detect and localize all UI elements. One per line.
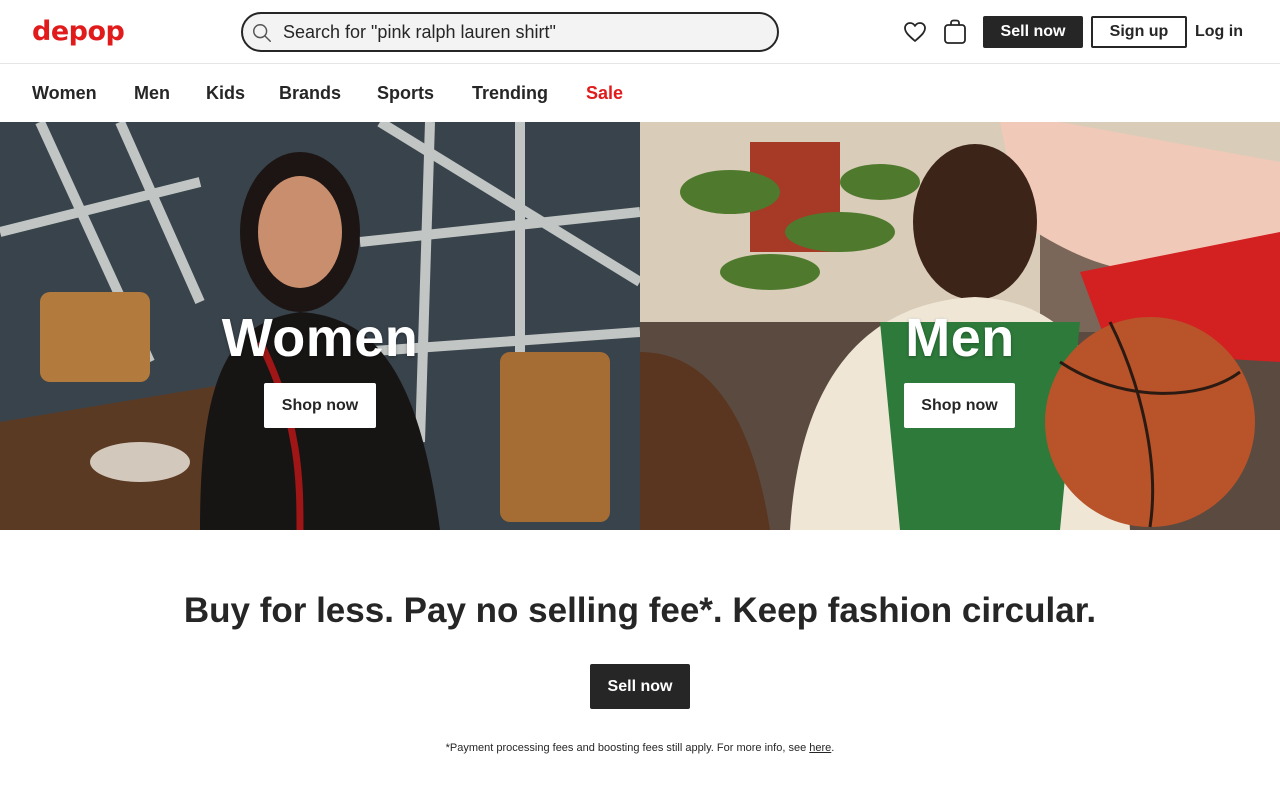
- log-in-link[interactable]: Log in: [1195, 16, 1243, 48]
- sell-now-button[interactable]: Sell now: [983, 16, 1083, 48]
- sign-up-button[interactable]: Sign up: [1091, 16, 1187, 48]
- fee-disclaimer-end: .: [831, 742, 835, 754]
- nav-item-kids[interactable]: Kids: [206, 82, 245, 104]
- depop-logo[interactable]: depop: [32, 16, 125, 48]
- shop-men-button[interactable]: Shop now: [904, 383, 1015, 428]
- nav-item-trending[interactable]: Trending: [472, 82, 548, 104]
- hero-men-title: Men: [905, 308, 1015, 368]
- hero-women-title: Women: [221, 308, 419, 368]
- nav-item-brands[interactable]: Brands: [279, 82, 341, 104]
- nav-item-sports[interactable]: Sports: [377, 82, 434, 104]
- fee-disclaimer-text: *Payment processing fees and boosting fe…: [445, 742, 810, 754]
- search-bar[interactable]: [241, 12, 779, 52]
- search-input[interactable]: [283, 14, 763, 50]
- nav-item-men[interactable]: Men: [134, 82, 170, 104]
- fee-disclaimer: *Payment processing fees and boosting fe…: [0, 741, 1280, 755]
- nav-item-sale[interactable]: Sale: [586, 82, 623, 104]
- heart-icon[interactable]: [903, 20, 927, 44]
- category-nav: Women Men Kids Brands Sports Trending Sa…: [0, 65, 1280, 122]
- shop-women-button[interactable]: Shop now: [264, 383, 376, 428]
- more-info-link[interactable]: here: [809, 742, 831, 754]
- promo-headline: Buy for less. Pay no selling fee*. Keep …: [183, 591, 1097, 630]
- bag-icon[interactable]: [943, 19, 967, 45]
- nav-item-women[interactable]: Women: [32, 82, 97, 104]
- hero-men-panel[interactable]: Men Shop now: [640, 122, 1280, 530]
- sell-now-promo-button[interactable]: Sell now: [590, 664, 690, 709]
- hero-women-panel[interactable]: Women Shop now: [0, 122, 640, 530]
- header: depop Sell now Sign up Log in: [0, 0, 1280, 64]
- search-icon: [253, 24, 271, 42]
